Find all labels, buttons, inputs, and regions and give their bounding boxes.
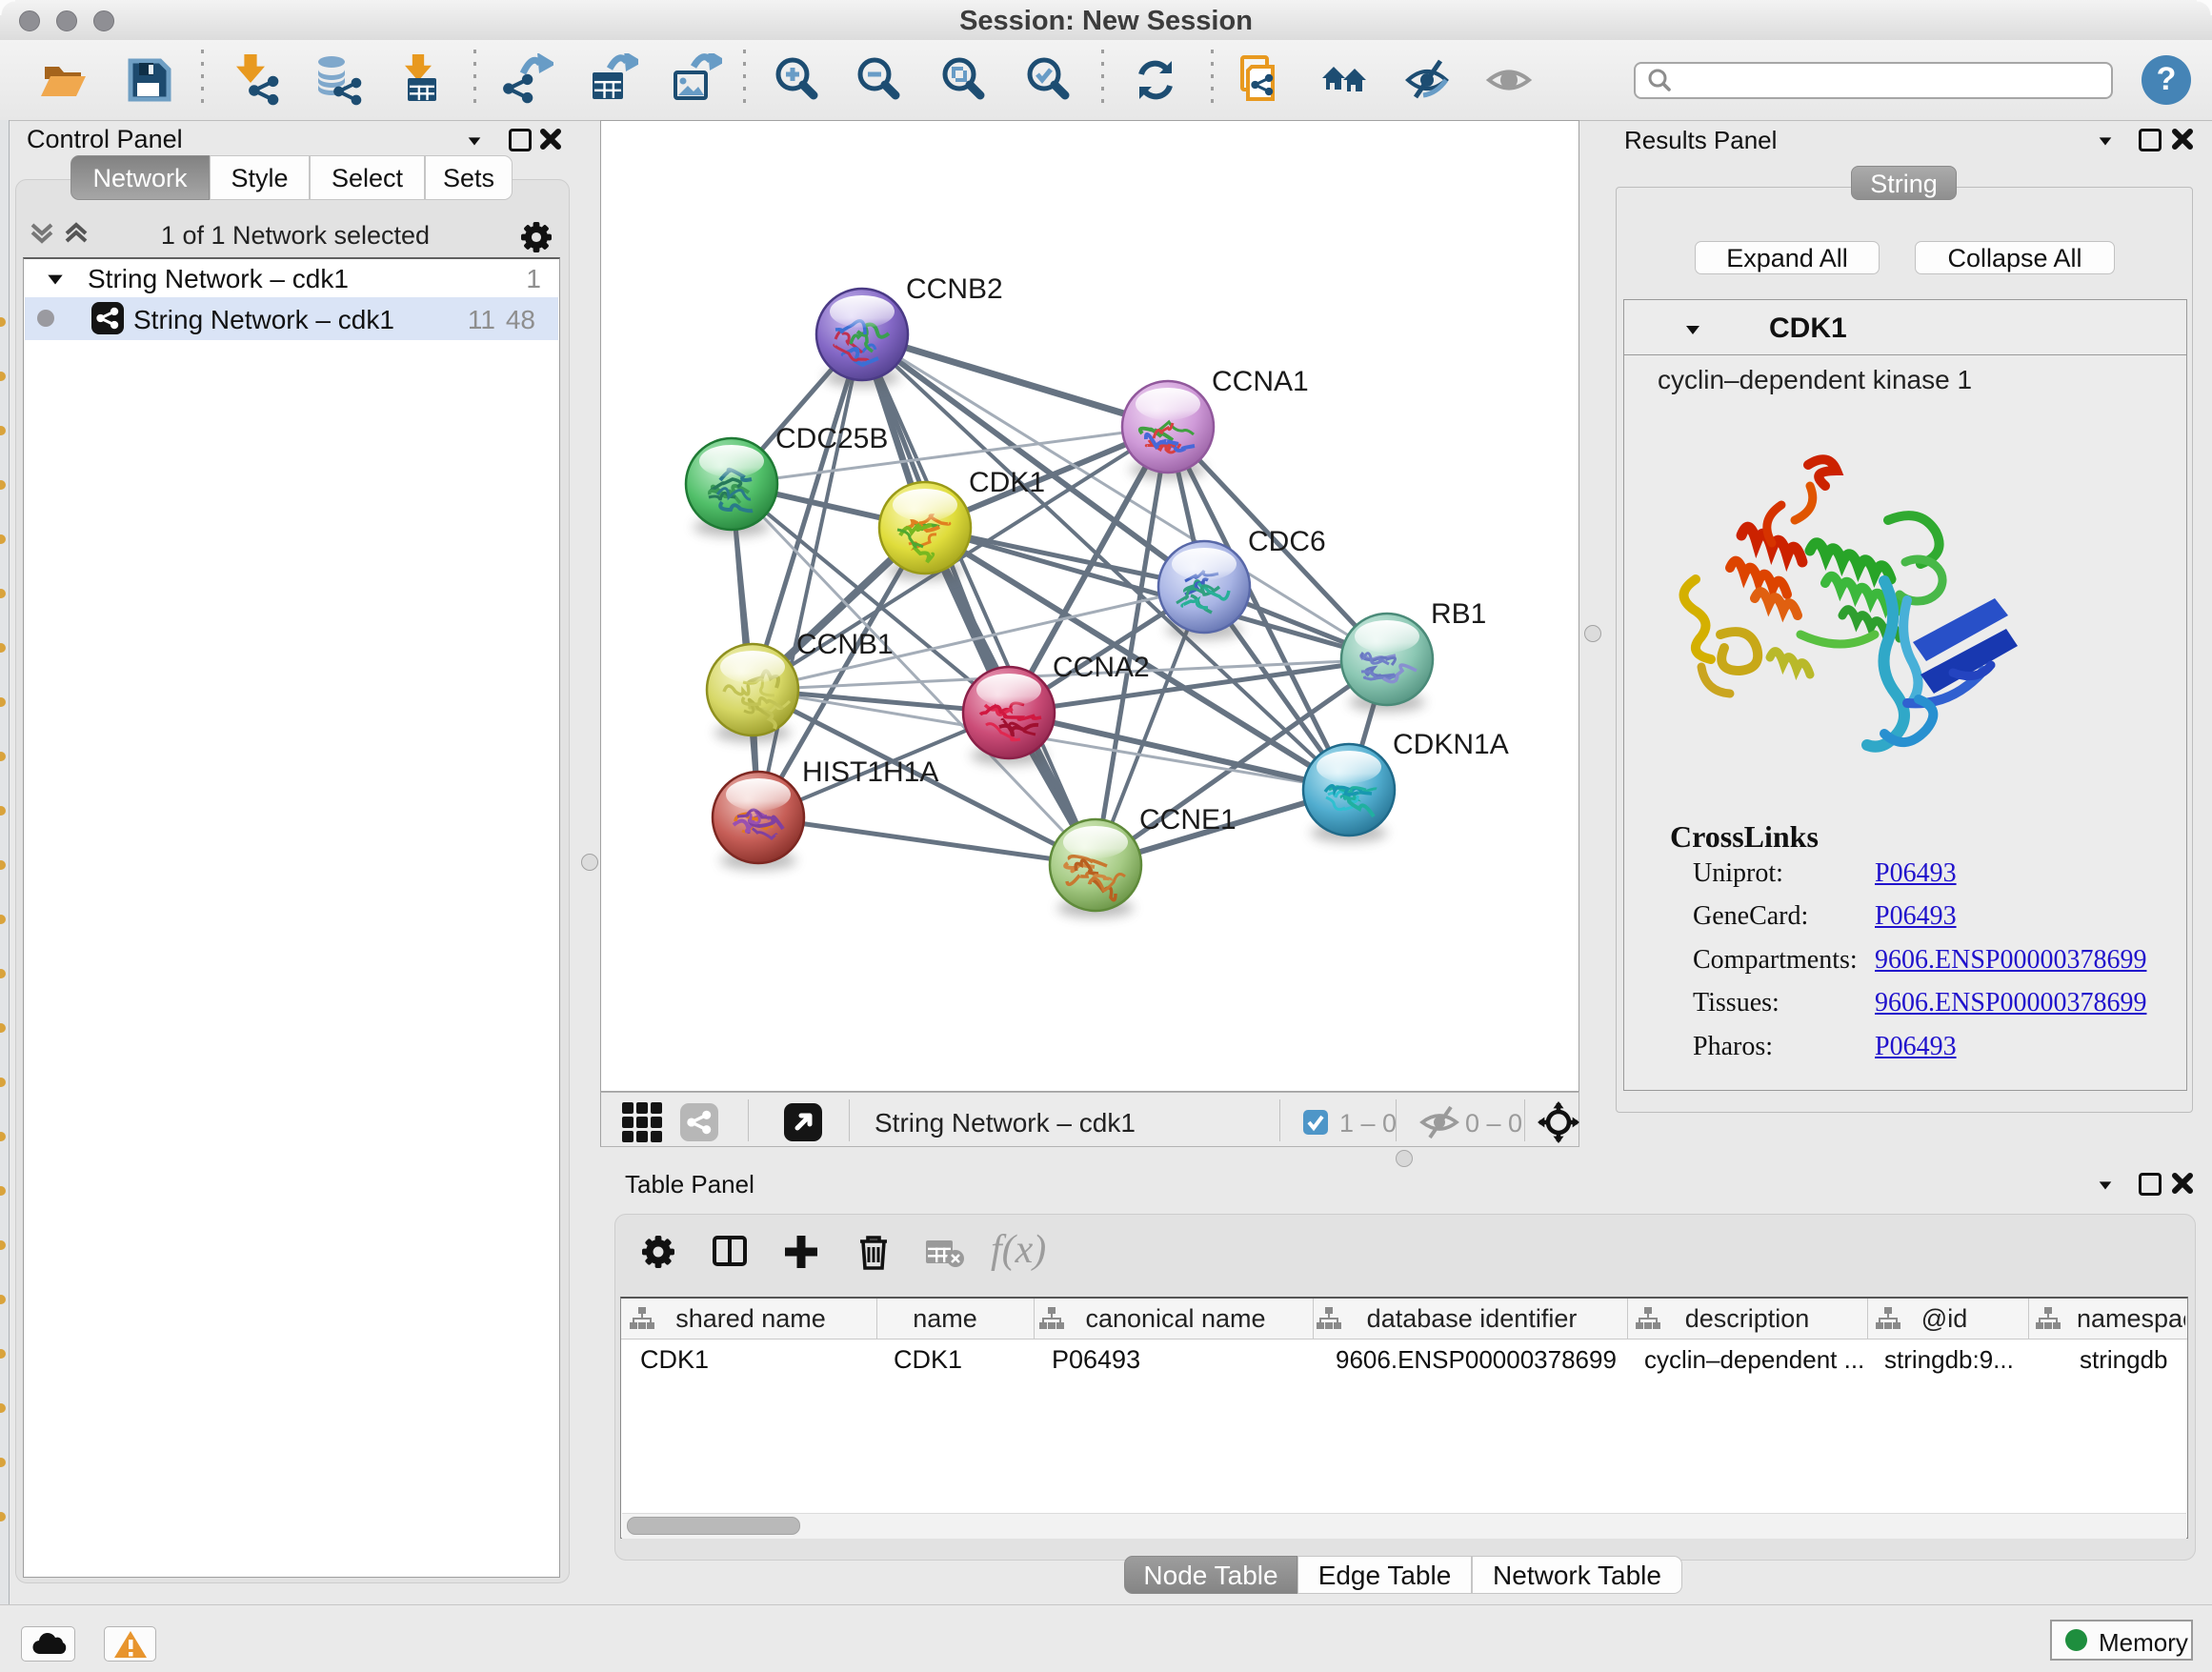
svg-text:CCNB1: CCNB1 — [796, 629, 894, 660]
svg-text:CDK1: CDK1 — [969, 467, 1045, 498]
svg-text:CCNB2: CCNB2 — [906, 273, 1003, 305]
svg-text:CDC25B: CDC25B — [775, 423, 888, 454]
svg-text:CCNA2: CCNA2 — [1053, 652, 1150, 683]
svg-text:CCNA1: CCNA1 — [1212, 366, 1309, 397]
svg-text:CDC6: CDC6 — [1248, 526, 1326, 557]
svg-text:CCNE1: CCNE1 — [1139, 804, 1237, 836]
svg-text:HIST1H1A: HIST1H1A — [802, 756, 938, 788]
svg-text:RB1: RB1 — [1431, 598, 1486, 630]
svg-text:CDKN1A: CDKN1A — [1393, 729, 1509, 760]
